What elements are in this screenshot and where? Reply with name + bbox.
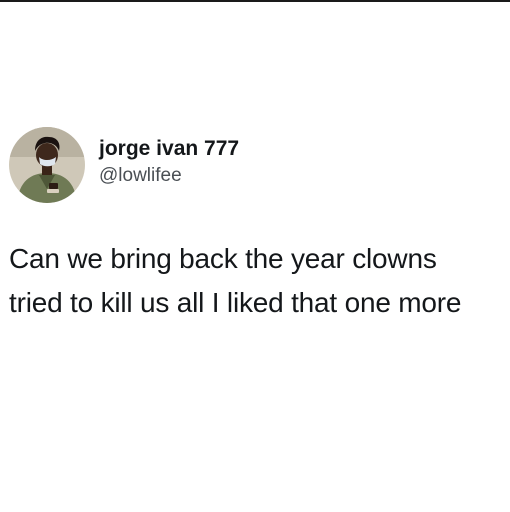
tweet-text: Can we bring back the year clowns tried … (9, 237, 504, 325)
tweet-text-line: tried to kill us all I liked that one mo… (9, 287, 462, 318)
user-handle[interactable]: @lowlifee (99, 164, 239, 188)
display-name[interactable]: jorge ivan 777 (99, 136, 239, 162)
tweet-screenshot: jorge ivan 777 @lowlifee Can we bring ba… (0, 0, 510, 512)
author-names: jorge ivan 777 @lowlifee (99, 136, 239, 188)
profile-photo-icon (9, 127, 85, 203)
tweet-text-line: Can we bring back the year clowns (9, 243, 437, 274)
avatar[interactable] (9, 127, 85, 203)
tweet-header: jorge ivan 777 @lowlifee (9, 127, 239, 203)
top-border (0, 0, 510, 2)
